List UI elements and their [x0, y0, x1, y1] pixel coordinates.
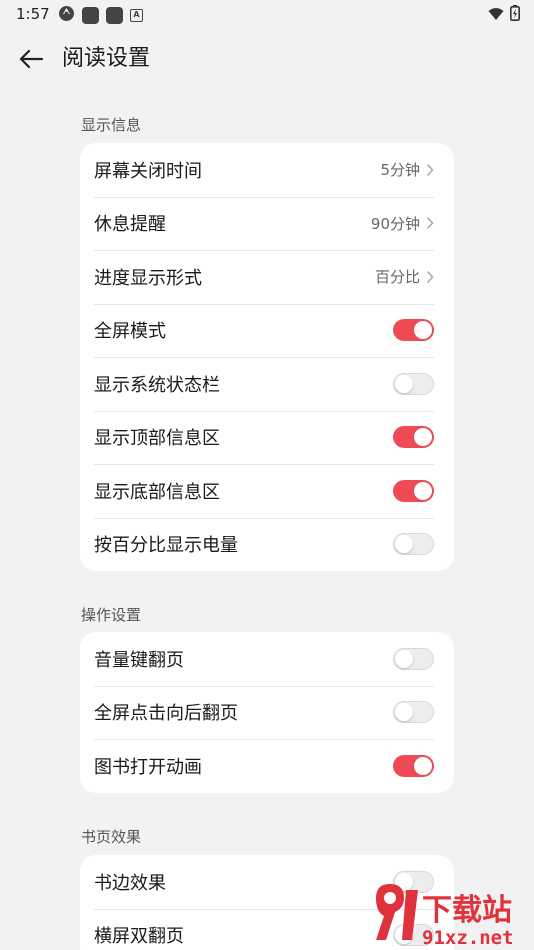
page-title: 阅读设置	[62, 46, 151, 71]
section-title-operation: 操作设置	[81, 606, 142, 624]
switch-knob	[414, 481, 432, 500]
status-time: 1:57	[16, 5, 50, 23]
switch-knob	[414, 756, 432, 775]
arrow-left-icon	[19, 49, 44, 69]
setting-label: 屏幕关闭时间	[94, 160, 202, 182]
setting-value: 90分钟	[370, 214, 420, 233]
setting-row-bottom-info: 显示底部信息区	[80, 464, 454, 518]
setting-row-top-info: 显示顶部信息区	[80, 410, 454, 465]
back-button[interactable]	[14, 44, 48, 74]
status-bar: 1:57 A	[0, 0, 534, 28]
watermark-logo: 下载站 91xz.net	[376, 884, 514, 949]
setting-label: 横屏双翻页	[94, 926, 184, 948]
setting-label: 进度显示形式	[94, 267, 202, 289]
setting-row-progress-format[interactable]: 进度显示形式 百分比	[80, 250, 454, 304]
system-status-bar-switch[interactable]	[393, 372, 434, 395]
setting-row-screen-off-time[interactable]: 屏幕关闭时间 5分钟	[80, 143, 454, 197]
battery-charging-icon	[510, 5, 520, 25]
open-animation-switch[interactable]	[393, 754, 434, 777]
setting-row-battery-percent: 按百分比显示电量	[80, 517, 454, 572]
setting-value: 百分比	[374, 268, 420, 287]
chevron-right-icon	[426, 216, 434, 230]
switch-knob	[414, 428, 432, 447]
switch-knob	[414, 321, 432, 340]
switch-knob	[395, 535, 413, 554]
app-notification-icon	[82, 7, 99, 24]
watermark-text-bottom: 91xz.net	[422, 927, 514, 949]
setting-label: 显示系统状态栏	[94, 374, 220, 396]
battery-percent-switch[interactable]	[393, 533, 434, 556]
app-bar: 阅读设置	[0, 36, 534, 82]
reading-settings-screen: 1:57 A 阅读设置 显示信息 屏幕关闭时间 5分钟 休息提醒 90分钟 进度…	[0, 0, 534, 950]
bottom-info-switch[interactable]	[393, 479, 434, 502]
card-display-info: 屏幕关闭时间 5分钟 休息提醒 90分钟 进度显示形式 百分比 全屏模式 显示系…	[80, 143, 454, 571]
section-title-page-effect: 书页效果	[81, 828, 142, 846]
setting-row-tap-forward: 全屏点击向后翻页	[80, 685, 454, 740]
setting-label: 休息提醒	[94, 214, 166, 236]
setting-row-system-status-bar: 显示系统状态栏	[80, 357, 454, 411]
app-notification-icon	[106, 7, 123, 24]
setting-row-fullscreen-mode: 全屏模式	[80, 303, 454, 358]
top-info-switch[interactable]	[393, 426, 434, 449]
switch-knob	[395, 649, 413, 668]
setting-label: 全屏模式	[94, 321, 166, 343]
card-operation: 音量键翻页 全屏点击向后翻页 图书打开动画	[80, 632, 454, 793]
status-notification-icons: A	[58, 5, 143, 26]
setting-label: 音量键翻页	[94, 649, 184, 671]
fullscreen-mode-switch[interactable]	[393, 319, 434, 342]
setting-row-rest-reminder[interactable]: 休息提醒 90分钟	[80, 196, 454, 251]
watermark-text-top: 下载站	[422, 893, 512, 928]
switch-knob	[395, 374, 413, 393]
setting-label: 全屏点击向后翻页	[94, 703, 238, 725]
status-system-icons	[488, 5, 520, 25]
volume-key-turn-switch[interactable]	[393, 647, 434, 670]
setting-label: 显示顶部信息区	[94, 428, 220, 450]
setting-label: 书边效果	[94, 872, 166, 894]
chevron-right-icon	[426, 270, 434, 284]
letter-a-icon: A	[130, 9, 143, 22]
setting-value: 5分钟	[380, 161, 420, 180]
tap-forward-switch[interactable]	[393, 701, 434, 724]
chevron-right-icon	[426, 163, 434, 177]
setting-label: 显示底部信息区	[94, 481, 220, 503]
setting-label: 按百分比显示电量	[94, 535, 238, 557]
switch-knob	[395, 703, 413, 722]
setting-row-volume-key-turn: 音量键翻页	[80, 632, 454, 686]
site-watermark: 下载站 91xz.net	[362, 878, 534, 950]
aperture-icon	[58, 5, 75, 26]
section-title-display-info: 显示信息	[81, 116, 142, 134]
wifi-icon	[488, 6, 504, 25]
setting-label: 图书打开动画	[94, 756, 202, 778]
setting-row-open-animation: 图书打开动画	[80, 739, 454, 793]
